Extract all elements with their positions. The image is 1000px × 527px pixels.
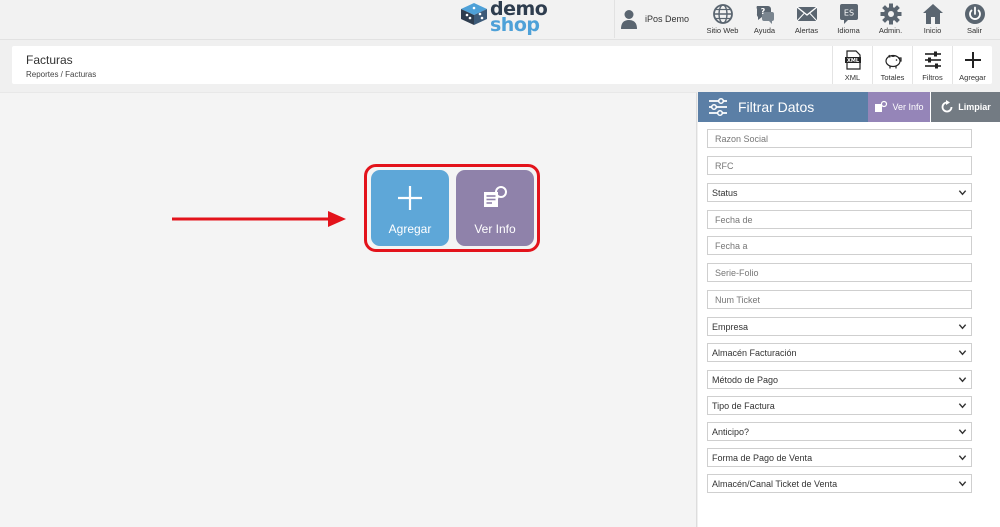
chevron-down-icon <box>958 481 967 487</box>
num-ticket-input[interactable] <box>707 290 972 309</box>
page-header: Facturas Reportes / Facturas XML XML Tot… <box>12 46 992 84</box>
power-icon <box>964 4 985 24</box>
select-value: Almacén Facturación <box>712 347 797 358</box>
main-content <box>0 92 697 527</box>
razon-social-input[interactable] <box>707 129 972 148</box>
refresh-icon <box>941 100 953 113</box>
chevron-down-icon <box>958 190 967 196</box>
filter-panel-title-text: Filtrar Datos <box>738 99 815 115</box>
metodo-de-pago-select[interactable]: Método de Pago <box>707 370 972 389</box>
fecha-a-input[interactable] <box>707 236 972 255</box>
logo-text-shop: shop <box>490 14 540 36</box>
nav-label: Sitio Web <box>706 26 739 35</box>
top-nav: Sitio Web ? Ayuda Alertas ES Idioma Admi… <box>704 0 998 38</box>
nav-label: Admin. <box>878 26 903 35</box>
totales-button[interactable]: Totales <box>872 46 912 84</box>
header-actions: XML XML Totales Filtros Agregar <box>832 46 992 84</box>
status-select[interactable]: Status <box>707 183 972 202</box>
chevron-down-icon <box>958 350 967 356</box>
filtros-button[interactable]: Filtros <box>912 46 952 84</box>
xml-button[interactable]: XML XML <box>832 46 872 84</box>
piggy-bank-icon <box>884 54 902 69</box>
serie-folio-input[interactable] <box>707 263 972 282</box>
select-value: Método de Pago <box>712 374 779 385</box>
nav-label: Alertas <box>794 26 819 35</box>
agregar-header-button[interactable]: Agregar <box>952 46 992 84</box>
user-name: iPos Demo <box>645 14 690 24</box>
nav-label: Inicio <box>923 26 942 35</box>
filter-panel-title: Filtrar Datos <box>698 92 868 122</box>
nav-salir-button[interactable]: Salir <box>956 0 993 38</box>
agregar-header-label: Agregar <box>959 73 986 82</box>
nav-admin-button[interactable]: Admin. <box>872 0 909 38</box>
anticipo-select[interactable]: Anticipo? <box>707 422 972 441</box>
agregar-button-label: Agregar <box>388 222 432 236</box>
chevron-down-icon <box>958 429 967 435</box>
filter-panel-header: Filtrar Datos Ver Info Limpiar <box>698 92 1000 122</box>
demo-shop-logo[interactable]: demo shop <box>460 0 560 38</box>
breadcrumb: Reportes / Facturas <box>26 70 97 79</box>
ver-info-button-label: Ver Info <box>474 222 516 236</box>
chevron-down-icon <box>958 403 967 409</box>
nav-inicio-button[interactable]: Inicio <box>914 0 951 38</box>
filter-panel: Filtrar Datos Ver Info Limpiar Status Em… <box>698 92 1000 527</box>
nav-alertas-button[interactable]: Alertas <box>788 0 825 38</box>
plus-icon <box>964 52 981 68</box>
forma-de-pago-select[interactable]: Forma de Pago de Venta <box>707 448 972 467</box>
select-value: Empresa <box>712 321 749 332</box>
select-value: Status <box>712 187 738 198</box>
language-icon: ES <box>839 4 858 24</box>
rfc-input[interactable] <box>707 156 972 175</box>
svg-text:?: ? <box>760 7 765 16</box>
sliders-icon <box>924 51 941 69</box>
select-value: Anticipo? <box>712 426 750 437</box>
fecha-de-input[interactable] <box>707 210 972 229</box>
nav-sitio-web-button[interactable]: Sitio Web <box>704 0 741 38</box>
help-chat-icon: ? <box>756 6 774 24</box>
xml-label: XML <box>844 73 861 82</box>
info-search-icon <box>875 100 888 112</box>
user-icon <box>621 10 637 29</box>
agregar-button[interactable]: Agregar <box>371 170 449 246</box>
almacen-facturacion-select[interactable]: Almacén Facturación <box>707 343 972 362</box>
xml-icon-text: XML <box>846 58 859 64</box>
user-menu[interactable]: iPos Demo <box>614 0 704 38</box>
language-badge-text: ES <box>843 9 853 18</box>
totales-label: Totales <box>880 73 905 82</box>
limpiar-label: Limpiar <box>958 102 991 112</box>
select-value: Tipo de Factura <box>712 400 775 411</box>
limpiar-button[interactable]: Limpiar <box>931 92 1000 122</box>
nav-label: Salir <box>966 26 982 35</box>
select-value: Almacén/Canal Ticket de Venta <box>712 478 838 489</box>
chevron-down-icon <box>958 455 967 461</box>
sliders-icon <box>709 97 727 117</box>
nav-label: Ayuda <box>753 26 776 35</box>
home-icon <box>922 4 943 24</box>
red-arrow-annotation <box>172 211 346 227</box>
filtros-label: Filtros <box>922 73 943 82</box>
nav-idioma-button[interactable]: ES Idioma <box>830 0 867 38</box>
ver-info-button[interactable]: Ver Info <box>456 170 534 246</box>
xml-file-icon: XML <box>844 50 861 70</box>
plus-icon <box>398 186 422 210</box>
chevron-down-icon <box>958 324 967 330</box>
almacen-canal-ticket-select[interactable]: Almacén/Canal Ticket de Venta <box>707 474 972 493</box>
panel-ver-info-label: Ver Info <box>892 102 924 112</box>
nav-ayuda-button[interactable]: ? Ayuda <box>746 0 783 38</box>
nav-label: Idioma <box>837 26 860 35</box>
tipo-de-factura-select[interactable]: Tipo de Factura <box>707 396 972 415</box>
panel-ver-info-button[interactable]: Ver Info <box>868 92 930 122</box>
info-search-icon <box>484 186 507 207</box>
select-value: Forma de Pago de Venta <box>712 452 813 463</box>
chevron-down-icon <box>958 377 967 383</box>
page-title: Facturas <box>26 53 73 67</box>
logo-cube-icon <box>461 3 487 25</box>
envelope-icon <box>796 6 817 22</box>
globe-icon <box>712 4 733 24</box>
top-bar: demo shop iPos Demo Sitio Web ? Ayuda Al… <box>0 0 1000 40</box>
gear-icon <box>880 3 901 25</box>
empresa-select[interactable]: Empresa <box>707 317 972 336</box>
